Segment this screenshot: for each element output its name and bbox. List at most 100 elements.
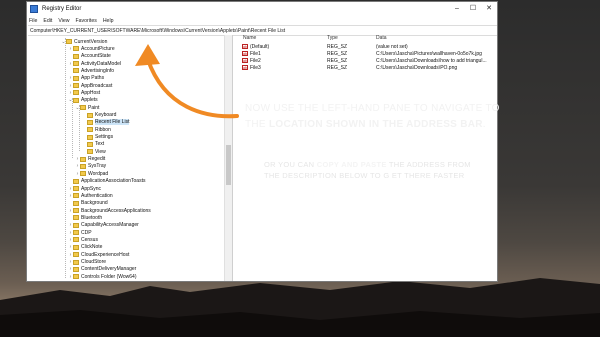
instruction-text-secondary: OR YOU CAN COPY AND PASTE THE ADDRESS FR…: [264, 159, 471, 181]
tree-item[interactable]: Text: [82, 141, 104, 148]
tree-item[interactable]: › ClickNote: [68, 244, 103, 251]
tree-item[interactable]: › Regedit: [75, 156, 106, 163]
value-type: REG_SZ: [327, 65, 348, 71]
menu-help[interactable]: Help: [103, 18, 114, 24]
tree-item-label: Paint: [88, 104, 100, 111]
value-name: File1: [250, 50, 261, 57]
tree-item[interactable]: ⌄ Applets: [68, 97, 97, 104]
tree-item[interactable]: › AccountPicture: [68, 45, 115, 52]
value-data: C:\Users\Jascha\Downloads\how to add tri…: [376, 58, 487, 64]
tree-item[interactable]: › BackgroundAccessApplications: [68, 207, 151, 214]
tree-item[interactable]: › ContentDeliveryManager: [68, 266, 137, 273]
menu-bar: File Edit View Favorites Help: [27, 16, 497, 25]
tree-item-label: View: [95, 148, 106, 155]
string-value-icon: ab: [242, 58, 248, 63]
tree-item[interactable]: › Census: [68, 236, 98, 243]
tree-item[interactable]: ⌄ CurrentVersion: [61, 38, 107, 45]
value-row[interactable]: ab File3: [242, 64, 261, 71]
folder-icon: [73, 200, 79, 206]
value-data: C:\Users\Jascha\Pictures\wallhaven-0o5o7…: [376, 51, 482, 57]
tree-item[interactable]: › SysTray: [75, 163, 107, 170]
tree-item[interactable]: AdvertisingInfo: [68, 67, 114, 74]
tree-item[interactable]: › Wordpad: [75, 170, 109, 177]
folder-icon: [66, 39, 72, 44]
tree-item[interactable]: › CloudStore: [68, 259, 106, 266]
tree-item-label: AppSync: [81, 185, 102, 192]
value-data: C:\Users\Jascha\Downloads\PO.png: [376, 65, 458, 71]
registry-editor-app-icon: [30, 5, 38, 13]
tree-item[interactable]: › ActivityDataModel: [68, 60, 121, 67]
folder-icon: [73, 244, 79, 250]
value-row[interactable]: ab File2: [242, 57, 261, 64]
folder-icon: [87, 127, 93, 133]
tree-item[interactable]: Bluetooth: [68, 214, 102, 221]
tree-guide-line: [65, 38, 66, 278]
editor-panes: ⌄ CurrentVersion › AccountPicture AccountSta…: [27, 35, 497, 281]
tree-item[interactable]: › CapabilityAccessManager: [68, 222, 139, 229]
folder-icon: [73, 266, 79, 272]
tree-item-label: CloudStore: [81, 259, 107, 265]
value-name: File3: [250, 64, 261, 71]
tree-item[interactable]: ApplicationAssociationToasts: [68, 178, 145, 185]
value-data: (value not set): [376, 44, 408, 50]
tree-item[interactable]: AccountState: [68, 53, 111, 60]
tree-item-label: SysTray: [88, 163, 107, 170]
tree-item-label: CloudExperienceHost: [81, 251, 130, 258]
string-value-icon: ab: [242, 44, 248, 49]
tree-item[interactable]: ⌄ Paint: [75, 104, 99, 111]
instruction-line-3: OR YOU CAN COPY AND PASTE THE ADDRESS FR…: [264, 160, 471, 169]
tree-item-label: AdvertisingInfo: [81, 67, 115, 74]
tree-item[interactable]: › Controls Folder (Wow64): [68, 273, 137, 280]
column-header-data[interactable]: Data: [376, 35, 387, 42]
folder-icon: [73, 68, 79, 74]
folder-icon: [73, 90, 79, 96]
menu-favorites[interactable]: Favorites: [75, 18, 96, 24]
scrollbar-thumb[interactable]: [226, 145, 231, 185]
tree-item[interactable]: › Authentication: [68, 192, 113, 199]
folder-icon: [73, 178, 79, 184]
tree-item-label: ApplicationAssociationToasts: [81, 178, 146, 185]
tree-item[interactable]: › AppSync: [68, 185, 101, 192]
tree-item-label: CDP: [81, 229, 92, 236]
tree-guide-line: [72, 98, 73, 158]
menu-edit[interactable]: Edit: [43, 18, 52, 24]
tree-item[interactable]: › AppHost: [68, 89, 101, 96]
column-header-name[interactable]: Name: [243, 35, 256, 42]
values-pane: Name Type Data ab (Default) REG_SZ (value n…: [233, 35, 497, 281]
tree-item[interactable]: Ribbon: [82, 126, 111, 133]
tree-item-label: Wordpad: [88, 170, 109, 177]
maximize-button[interactable]: ☐: [465, 2, 481, 16]
tree-guide-line: [79, 105, 80, 151]
tree-item[interactable]: › CloudExperienceHost: [68, 251, 130, 258]
value-row[interactable]: ab (Default): [242, 43, 269, 50]
tree-item[interactable]: Recent File List: [82, 119, 130, 126]
tree-item[interactable]: Settings: [82, 134, 113, 141]
tree-item[interactable]: View: [82, 148, 106, 155]
address-text[interactable]: Computer\HKEY_CURRENT_USER\SOFTWARE\Micr…: [28, 28, 285, 34]
value-type: REG_SZ: [327, 58, 348, 64]
tree-item[interactable]: › CDP: [68, 229, 92, 236]
instruction-emphasis: LOCATION SHOWN IN THE ADDRESS BAR: [268, 119, 483, 130]
tree-item[interactable]: › AppBroadcast: [68, 82, 113, 89]
folder-icon: [73, 222, 79, 228]
tree-item-label: Background: [81, 200, 108, 207]
folder-icon: [73, 61, 79, 67]
folder-icon: [73, 75, 79, 81]
folder-icon: [73, 53, 79, 59]
minimize-button[interactable]: –: [449, 2, 465, 16]
title-bar: Registry Editor – ☐ ✕: [27, 2, 497, 16]
tree-item-label: Controls Folder (Wow64): [81, 273, 137, 280]
folder-icon: [87, 119, 93, 125]
annotation-arrow: [135, 44, 239, 119]
value-row[interactable]: ab File1: [242, 50, 261, 57]
tree-item-label: Text: [95, 141, 105, 148]
tree-item[interactable]: › App Paths: [68, 75, 104, 82]
menu-file[interactable]: File: [29, 18, 37, 24]
close-button[interactable]: ✕: [481, 2, 497, 16]
tree-item[interactable]: Background: [68, 200, 108, 207]
tree-item[interactable]: Keyboard: [82, 112, 116, 119]
menu-view[interactable]: View: [58, 18, 69, 24]
column-header-type[interactable]: Type: [327, 35, 338, 42]
folder-icon: [73, 215, 79, 221]
instruction-text-primary: NOW USE THE LEFT-HAND PANE TO NAVIGATE T…: [245, 101, 499, 133]
